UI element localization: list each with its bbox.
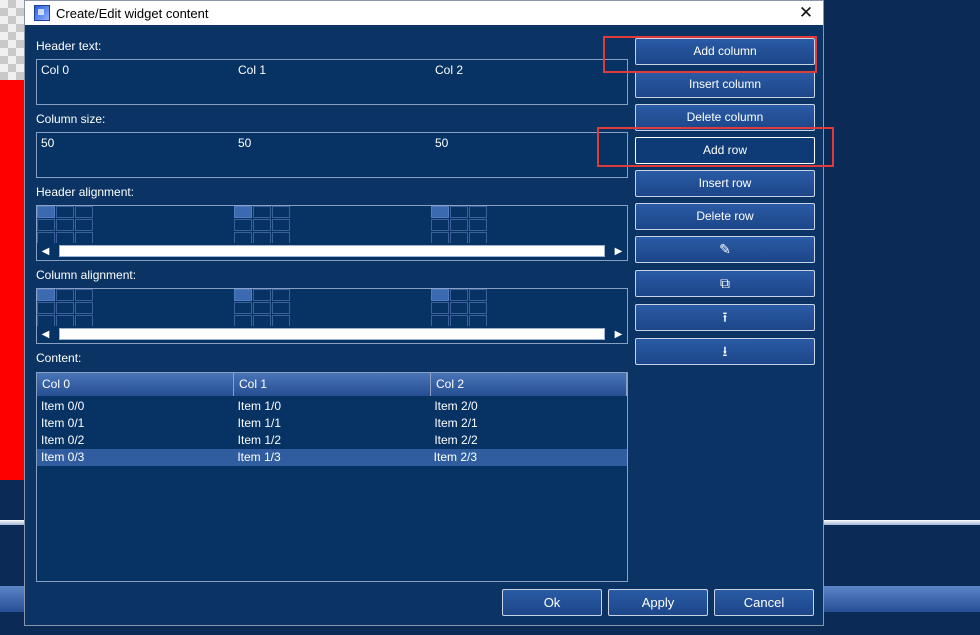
table-row[interactable]: Item 0/1 Item 1/1 Item 2/1 [38, 415, 628, 432]
column-header-1[interactable]: Col 1 [234, 373, 431, 396]
column-size-field[interactable]: 50 50 50 [36, 132, 628, 178]
widget-content-dialog: Create/Edit widget content ✕ Header text… [24, 0, 834, 626]
column-alignment-col0[interactable] [37, 289, 93, 327]
app-icon [34, 5, 50, 21]
canvas-band [824, 586, 980, 612]
table-cell[interactable]: Item 1/2 [235, 432, 432, 449]
scroll-right-icon[interactable]: ▶ [610, 243, 627, 260]
table-cell[interactable]: Item 0/0 [38, 398, 235, 415]
edit-button[interactable]: ✎ [635, 236, 815, 263]
scroll-thumb[interactable] [59, 328, 605, 340]
column-alignment-col1[interactable] [234, 289, 290, 327]
header-text-label: Header text: [36, 39, 102, 53]
table-cell[interactable]: Item 0/2 [38, 432, 235, 449]
table-cell[interactable]: Item 0/1 [38, 415, 235, 432]
move-down-button[interactable]: ⭳ [635, 338, 815, 365]
table-cell[interactable]: Item 0/3 [38, 449, 234, 466]
canvas-band [0, 586, 24, 612]
scroll-right-icon[interactable]: ▶ [610, 326, 627, 343]
insert-row-button[interactable]: Insert row [635, 170, 815, 197]
table-cell[interactable]: Item 2/3 [431, 449, 627, 466]
header-text-col1[interactable]: Col 1 [238, 63, 266, 77]
content-table: Col 0 Col 1 Col 2 Item 0/0 Item 1/0 Item… [36, 372, 628, 582]
canvas-red-widget [0, 80, 24, 480]
canvas-right-area [824, 0, 980, 635]
header-alignment-col1[interactable] [234, 206, 290, 244]
canvas-checker-background [0, 0, 24, 80]
insert-column-button[interactable]: Insert column [635, 71, 815, 98]
table-cell[interactable]: Item 1/1 [235, 415, 432, 432]
highlight-box-add-row [597, 127, 834, 167]
canvas-stripe [0, 520, 24, 525]
header-alignment-label: Header alignment: [36, 185, 135, 199]
apply-button[interactable]: Apply [608, 589, 708, 616]
table-header: Col 0 Col 1 Col 2 [37, 373, 627, 396]
close-icon[interactable]: ✕ [795, 2, 817, 24]
column-size-col0[interactable]: 50 [41, 136, 54, 150]
column-alignment-scrollbar[interactable]: ◀ ▶ [37, 326, 627, 343]
table-cell[interactable]: Item 1/3 [234, 449, 430, 466]
table-cell[interactable]: Item 1/0 [235, 398, 432, 415]
table-row-selected[interactable]: Item 0/3 Item 1/3 Item 2/3 [37, 449, 627, 466]
column-header-0[interactable]: Col 0 [37, 373, 234, 396]
delete-row-button[interactable]: Delete row [635, 203, 815, 230]
table-cell[interactable]: Item 2/1 [431, 415, 628, 432]
column-header-2[interactable]: Col 2 [431, 373, 627, 396]
scroll-left-icon[interactable]: ◀ [37, 326, 54, 343]
column-size-label: Column size: [36, 112, 106, 126]
scroll-left-icon[interactable]: ◀ [37, 243, 54, 260]
duplicate-icon: ⧉ [720, 275, 730, 291]
header-text-field[interactable]: Col 0 Col 1 Col 2 [36, 59, 628, 105]
pencil-icon: ✎ [719, 241, 731, 257]
header-text-col0[interactable]: Col 0 [41, 63, 69, 77]
move-up-icon: ⭱ [722, 309, 728, 325]
table-cell[interactable]: Item 2/2 [431, 432, 628, 449]
canvas-stripe [824, 520, 980, 525]
duplicate-button[interactable]: ⧉ [635, 270, 815, 297]
move-down-icon: ⭳ [722, 343, 728, 359]
column-alignment-panel: ◀ ▶ [36, 288, 628, 344]
header-alignment-panel: ◀ ▶ [36, 205, 628, 261]
ok-button[interactable]: Ok [502, 589, 602, 616]
header-text-col2[interactable]: Col 2 [435, 63, 463, 77]
table-row[interactable]: Item 0/2 Item 1/2 Item 2/2 [38, 432, 628, 449]
content-label: Content: [36, 351, 82, 365]
header-alignment-col0[interactable] [37, 206, 93, 244]
table-cell[interactable]: Item 2/0 [431, 398, 628, 415]
table-row[interactable]: Item 0/0 Item 1/0 Item 2/0 [38, 398, 628, 415]
dialog-title: Create/Edit widget content [56, 5, 209, 21]
header-alignment-col2[interactable] [431, 206, 487, 244]
cancel-button[interactable]: Cancel [714, 589, 814, 616]
dialog-titlebar[interactable]: Create/Edit widget content ✕ [25, 1, 823, 25]
scroll-thumb[interactable] [59, 245, 605, 257]
move-up-button[interactable]: ⭱ [635, 304, 815, 331]
column-size-col1[interactable]: 50 [238, 136, 251, 150]
column-size-col2[interactable]: 50 [435, 136, 448, 150]
highlight-box-add-column [603, 36, 817, 73]
column-alignment-label: Column alignment: [36, 268, 137, 282]
column-alignment-col2[interactable] [431, 289, 487, 327]
header-alignment-scrollbar[interactable]: ◀ ▶ [37, 243, 627, 260]
